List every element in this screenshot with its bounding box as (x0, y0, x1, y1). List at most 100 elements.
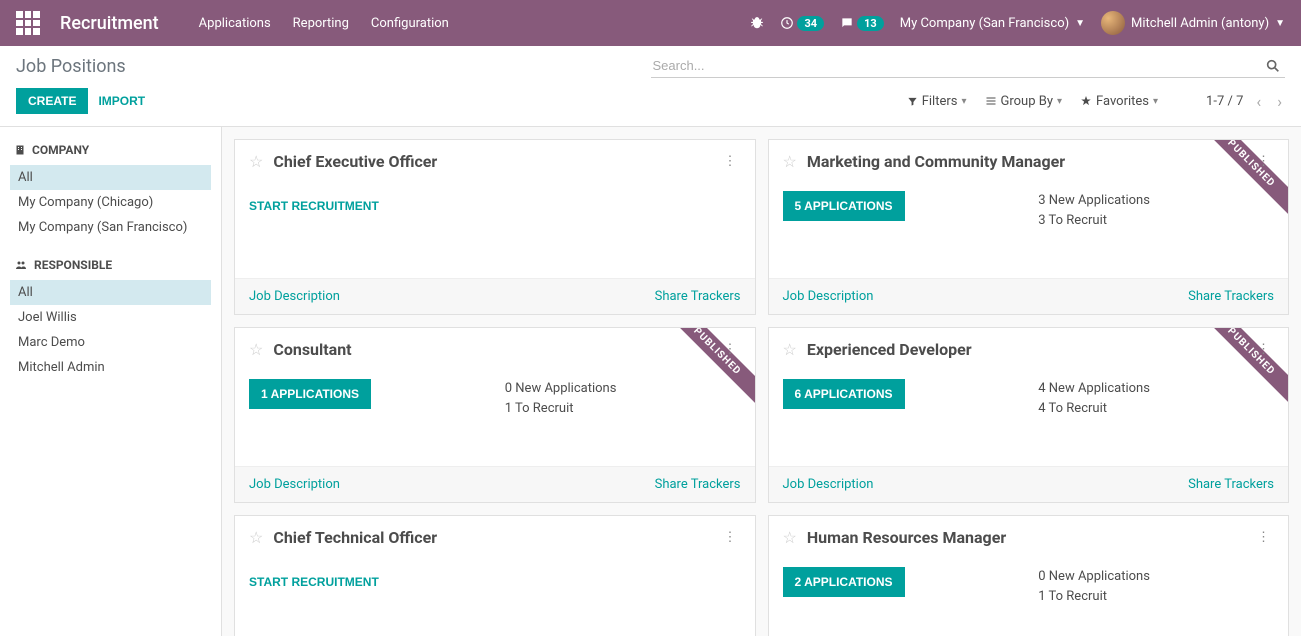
debug-icon[interactable] (750, 16, 764, 30)
topbar: Recruitment Applications Reporting Confi… (0, 0, 1301, 46)
sidebar-item[interactable]: My Company (San Francisco) (10, 215, 211, 240)
user-name: Mitchell Admin (antony) (1131, 16, 1269, 31)
job-card[interactable]: ☆ Chief Technical Officer ⋮ START RECRUITME… (234, 515, 756, 636)
top-navigation: Applications Reporting Configuration (199, 16, 449, 31)
create-button[interactable]: CREATE (16, 88, 88, 114)
card-title: Human Resources Manager (807, 528, 1006, 547)
pager-next[interactable]: › (1274, 92, 1285, 111)
star-icon[interactable]: ☆ (249, 340, 263, 359)
card-menu-icon[interactable]: ⋮ (1253, 154, 1274, 169)
share-trackers-link[interactable]: Share Trackers (1188, 477, 1274, 492)
nav-applications[interactable]: Applications (199, 16, 271, 31)
card-menu-icon[interactable]: ⋮ (1253, 530, 1274, 545)
applications-button[interactable]: 1 APPLICATIONS (249, 379, 371, 409)
star-icon[interactable]: ☆ (249, 152, 263, 171)
search-icon[interactable] (1261, 56, 1285, 76)
company-name: My Company (San Francisco) (900, 16, 1069, 31)
sidebar-item[interactable]: Joel Willis (10, 305, 211, 330)
user-menu[interactable]: Mitchell Admin (antony) ▼ (1101, 11, 1285, 35)
to-recruit-text: 1 To Recruit (505, 399, 741, 419)
job-card[interactable]: ☆ Human Resources Manager ⋮ 2 APPLICATIONS 0… (768, 515, 1290, 636)
job-card[interactable]: ☆ Chief Executive Officer ⋮ START RECRUITME… (234, 139, 756, 315)
caret-down-icon: ▼ (1275, 18, 1285, 29)
job-description-link[interactable]: Job Description (783, 289, 874, 304)
sidebar-item[interactable]: Marc Demo (10, 330, 211, 355)
card-menu-icon[interactable]: ⋮ (720, 154, 741, 169)
card-title: Marketing and Community Manager (807, 152, 1065, 171)
job-description-link[interactable]: Job Description (783, 477, 874, 492)
apps-menu-icon[interactable] (16, 11, 40, 35)
card-stats: 3 New Applications3 To Recruit (1038, 191, 1274, 230)
share-trackers-link[interactable]: Share Trackers (655, 289, 741, 304)
applications-button[interactable]: 2 APPLICATIONS (783, 567, 905, 597)
card-stats: 0 New Applications1 To Recruit (505, 379, 741, 418)
sidebar-section-header: COMPANY (10, 141, 211, 159)
sidebar: COMPANYAllMy Company (Chicago)My Company… (0, 127, 222, 636)
building-icon (14, 144, 26, 156)
breadcrumb: Job Positions (16, 56, 126, 77)
topbar-right: 34 13 My Company (San Francisco) ▼ Mitch… (750, 11, 1285, 35)
job-card[interactable]: PUBLISHED☆Consultant⋮1 APPLICATIONS0 New… (234, 327, 756, 503)
sidebar-section-title: RESPONSIBLE (34, 258, 112, 272)
app-brand[interactable]: Recruitment (60, 13, 159, 34)
company-switcher[interactable]: My Company (San Francisco) ▼ (900, 16, 1085, 31)
card-title: Experienced Developer (807, 340, 972, 359)
import-button[interactable]: IMPORT (98, 94, 145, 108)
applications-button[interactable]: 6 APPLICATIONS (783, 379, 905, 409)
pager-text: 1-7 / 7 (1206, 94, 1243, 109)
star-icon[interactable]: ☆ (783, 340, 797, 359)
favorites-button[interactable]: Favorites ▾ (1080, 94, 1158, 109)
pager-prev[interactable]: ‹ (1253, 92, 1264, 111)
card-title: Chief Technical Officer (273, 528, 437, 547)
nav-configuration[interactable]: Configuration (371, 16, 449, 31)
new-apps-text: 3 New Applications (1038, 191, 1274, 211)
job-description-link[interactable]: Job Description (249, 289, 340, 304)
new-apps-text: 4 New Applications (1038, 379, 1274, 399)
to-recruit-text: 3 To Recruit (1038, 211, 1274, 231)
pager: 1-7 / 7 ‹ › (1206, 92, 1285, 111)
chat-icon[interactable]: 13 (840, 16, 884, 31)
sidebar-item[interactable]: All (10, 165, 211, 190)
filters-button[interactable]: Filters ▾ (907, 94, 967, 109)
card-menu-icon[interactable]: ⋮ (720, 342, 741, 357)
sidebar-item[interactable]: My Company (Chicago) (10, 190, 211, 215)
activity-icon[interactable]: 34 (780, 16, 824, 31)
card-menu-icon[interactable]: ⋮ (1253, 342, 1274, 357)
activity-count: 34 (797, 16, 824, 31)
to-recruit-text: 4 To Recruit (1038, 399, 1274, 419)
start-recruitment-button[interactable]: START RECRUITMENT (249, 191, 379, 221)
to-recruit-text: 1 To Recruit (1038, 587, 1274, 607)
caret-down-icon: ▾ (1153, 96, 1158, 107)
control-panel: Job Positions CREATE IMPORT Filters ▾ Gr… (0, 46, 1301, 127)
sidebar-item[interactable]: Mitchell Admin (10, 355, 211, 380)
caret-down-icon: ▾ (1057, 96, 1062, 107)
job-description-link[interactable]: Job Description (249, 477, 340, 492)
chat-count: 13 (857, 16, 884, 31)
sidebar-item[interactable]: All (10, 280, 211, 305)
start-recruitment-button[interactable]: START RECRUITMENT (249, 567, 379, 597)
favorites-label: Favorites (1096, 94, 1149, 109)
users-icon (14, 259, 28, 271)
star-icon[interactable]: ☆ (249, 528, 263, 547)
star-icon[interactable]: ☆ (783, 152, 797, 171)
search-input[interactable] (651, 54, 1262, 77)
share-trackers-link[interactable]: Share Trackers (655, 477, 741, 492)
sidebar-section-title: COMPANY (32, 143, 89, 157)
job-card[interactable]: PUBLISHED☆Marketing and Community Manage… (768, 139, 1290, 315)
groupby-label: Group By (1001, 94, 1054, 109)
share-trackers-link[interactable]: Share Trackers (1188, 289, 1274, 304)
card-title: Chief Executive Officer (273, 152, 437, 171)
star-icon[interactable]: ☆ (783, 528, 797, 547)
nav-reporting[interactable]: Reporting (293, 16, 349, 31)
groupby-button[interactable]: Group By ▾ (985, 94, 1063, 109)
caret-down-icon: ▾ (961, 96, 966, 107)
card-menu-icon[interactable]: ⋮ (720, 530, 741, 545)
caret-down-icon: ▼ (1075, 18, 1085, 29)
job-card[interactable]: PUBLISHED☆Experienced Developer⋮6 APPLIC… (768, 327, 1290, 503)
sidebar-section-header: RESPONSIBLE (10, 256, 211, 274)
applications-button[interactable]: 5 APPLICATIONS (783, 191, 905, 221)
avatar (1101, 11, 1125, 35)
card-stats: 0 New Applications1 To Recruit (1038, 567, 1274, 606)
filters-label: Filters (922, 94, 958, 109)
search-bar (651, 54, 1286, 78)
